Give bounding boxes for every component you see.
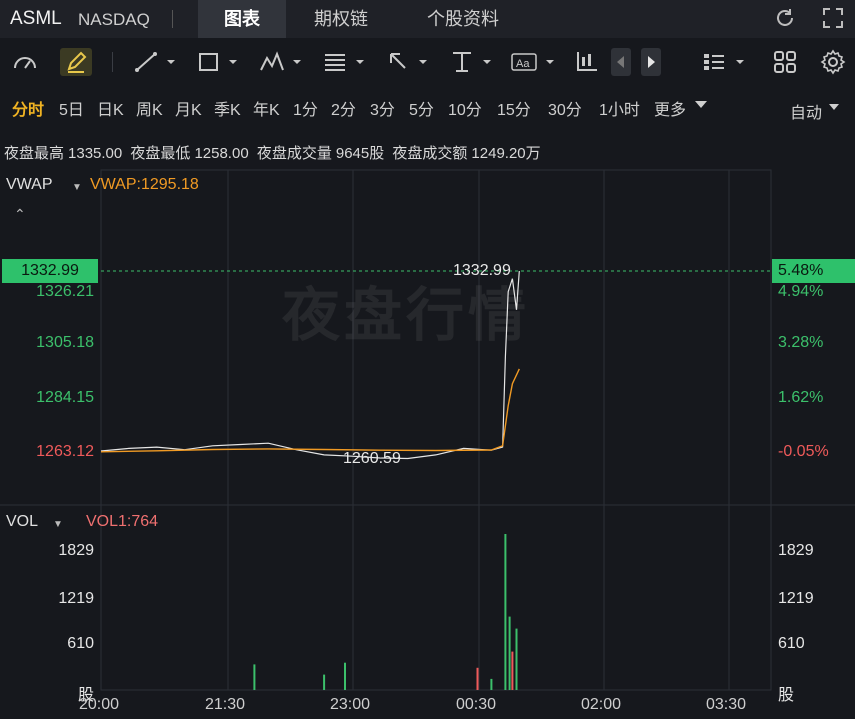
price-tick-2: 1305.18 — [36, 334, 94, 351]
time-tick-4: 00:30 — [456, 696, 497, 713]
price-tick-3: 1284.15 — [36, 389, 94, 406]
vol-tick-right-2: 1219 — [778, 590, 814, 607]
current-price-tag: 1332.99 — [2, 259, 98, 283]
vol-tick-3: 610 — [67, 635, 94, 652]
indicator-vol-select[interactable]: VOL — [6, 513, 38, 531]
time-tick-3: 23:00 — [330, 696, 371, 713]
price-tick-1: 1326.21 — [36, 283, 94, 300]
vol-value: VOL1:764 — [86, 513, 159, 530]
vol-tick-right-1: 1829 — [778, 542, 814, 559]
chart-area — [0, 169, 855, 691]
pct-tick-4: -0.05% — [778, 443, 829, 460]
pct-tick-2: 3.28% — [778, 334, 824, 351]
pct-tick-3: 1.62% — [778, 389, 824, 406]
volume-bar — [508, 616, 511, 690]
chevron-up-icon[interactable]: ⌃ — [14, 206, 26, 223]
vwap-line — [100, 368, 520, 453]
watermark-text: 夜盘行情 — [282, 283, 531, 348]
caret-down-icon[interactable]: ▼ — [53, 519, 63, 530]
indicator-vwap-select[interactable]: VWAP — [6, 176, 53, 194]
pct-tick-1: 4.94% — [778, 283, 824, 300]
vol-tick-2: 1219 — [58, 590, 94, 607]
time-tick-6: 03:30 — [706, 696, 747, 713]
volume-bar — [504, 534, 507, 690]
volume-bar — [323, 674, 326, 690]
caret-down-icon[interactable]: ▼ — [72, 182, 82, 193]
volume-bar — [490, 678, 493, 690]
vol-unit-right: 股 — [778, 687, 795, 704]
current-pct-tag: 5.48% — [772, 259, 855, 283]
price-tick-4: 1263.12 — [36, 443, 94, 460]
low-annotation: 1260.59 — [343, 450, 401, 467]
volume-bar — [476, 667, 479, 690]
time-tick-2: 21:30 — [205, 696, 246, 713]
volume-bars-layer — [253, 534, 518, 690]
time-tick-5: 02:00 — [581, 696, 622, 713]
volume-bar — [515, 628, 518, 690]
volume-bar — [511, 651, 514, 690]
vol-tick-right-3: 610 — [778, 635, 805, 652]
time-tick-1: 20:00 — [79, 696, 120, 713]
volume-bar — [344, 662, 346, 690]
vol-tick-1: 1829 — [58, 542, 94, 559]
vwap-value: VWAP:1295.18 — [90, 176, 199, 193]
volume-bar — [253, 664, 256, 690]
high-annotation: 1332.99 — [453, 262, 511, 279]
